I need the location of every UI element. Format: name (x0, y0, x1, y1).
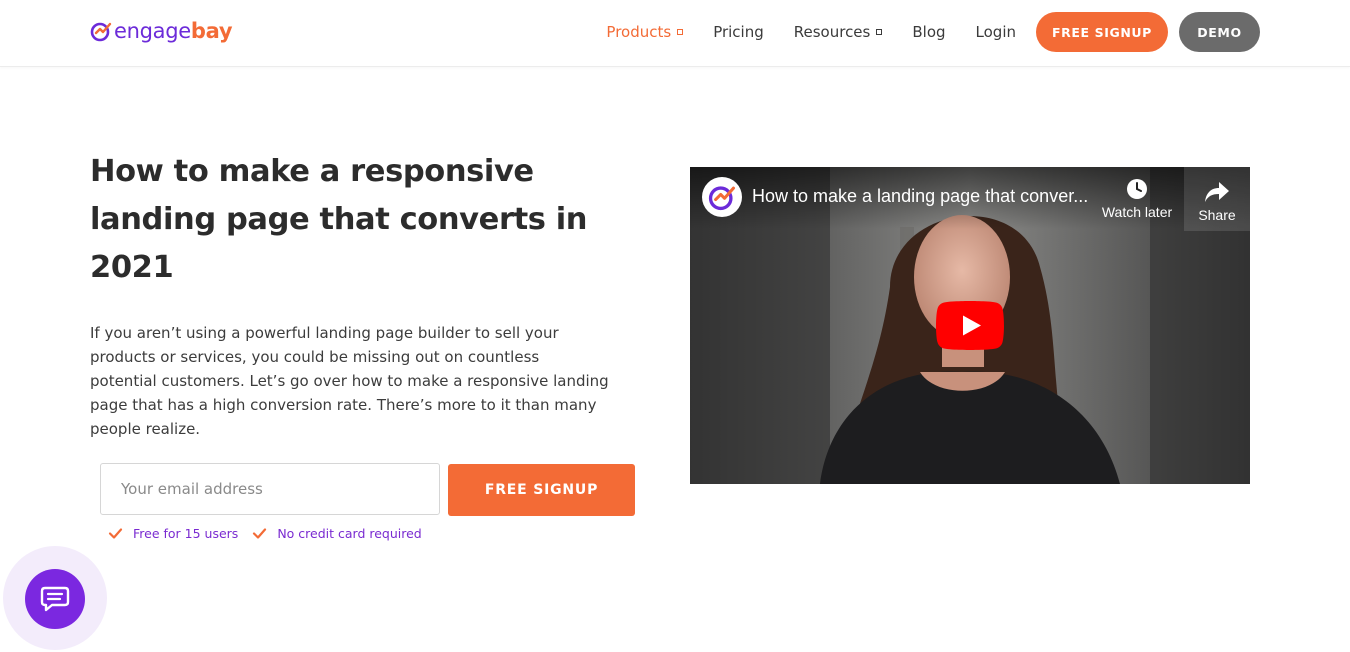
engagebay-logo-icon (90, 22, 112, 42)
email-input[interactable] (100, 463, 440, 515)
engagebay-logo[interactable]: engagebay (90, 16, 233, 46)
chat-bubble-icon (40, 586, 70, 612)
nav-pricing[interactable]: Pricing (713, 23, 764, 41)
watch-later-label: Watch later (1101, 204, 1173, 220)
nav-products[interactable]: Products (606, 23, 684, 41)
check-icon (253, 528, 267, 539)
nav-resources-label: Resources (793, 23, 871, 41)
video-title[interactable]: How to make a landing page that conver..… (752, 186, 1092, 207)
hero-description: If you aren’t using a powerful landing p… (90, 324, 609, 438)
main-nav: Products Pricing Resources Blog Login FR… (606, 12, 1260, 52)
hero-free-signup-button[interactable]: FREE SIGNUP (448, 464, 635, 516)
signup-perks: Free for 15 users No credit card require… (108, 526, 436, 541)
nav-login[interactable]: Login (976, 23, 1016, 41)
nav-blog-label: Blog (912, 23, 946, 41)
perk-label: No credit card required (277, 526, 422, 541)
perk-label: Free for 15 users (133, 526, 239, 541)
header-free-signup-button[interactable]: FREE SIGNUP (1036, 12, 1168, 52)
check-icon (108, 528, 123, 539)
perk-item: No credit card required (252, 526, 422, 541)
perk-item: Free for 15 users (108, 526, 238, 541)
nav-products-label: Products (606, 23, 672, 41)
youtube-video-embed[interactable]: How to make a landing page that conver..… (690, 167, 1250, 484)
dropdown-caret-icon (876, 29, 883, 35)
share-button[interactable]: Share (1184, 167, 1250, 231)
watch-later-button[interactable]: Watch later (1094, 177, 1180, 220)
site-header: engagebay Products Pricing Resources Blo… (0, 0, 1350, 67)
channel-avatar[interactable] (702, 177, 742, 217)
nav-login-label: Login (975, 23, 1016, 41)
youtube-play-icon[interactable] (936, 301, 1004, 350)
engagebay-channel-icon (708, 186, 735, 211)
nav-resources[interactable]: Resources (794, 23, 883, 41)
nav-pricing-label: Pricing (713, 23, 764, 41)
header-demo-button[interactable]: DEMO (1179, 12, 1260, 52)
share-arrow-icon (1205, 182, 1229, 202)
hero-title: How to make a responsive landing page th… (90, 154, 588, 285)
clock-icon (1127, 179, 1147, 199)
share-label: Share (1198, 207, 1236, 223)
nav-blog[interactable]: Blog (912, 23, 945, 41)
dropdown-caret-icon (677, 29, 684, 35)
logo-wordmark: engagebay (114, 19, 233, 43)
chat-widget-button[interactable] (25, 569, 85, 629)
